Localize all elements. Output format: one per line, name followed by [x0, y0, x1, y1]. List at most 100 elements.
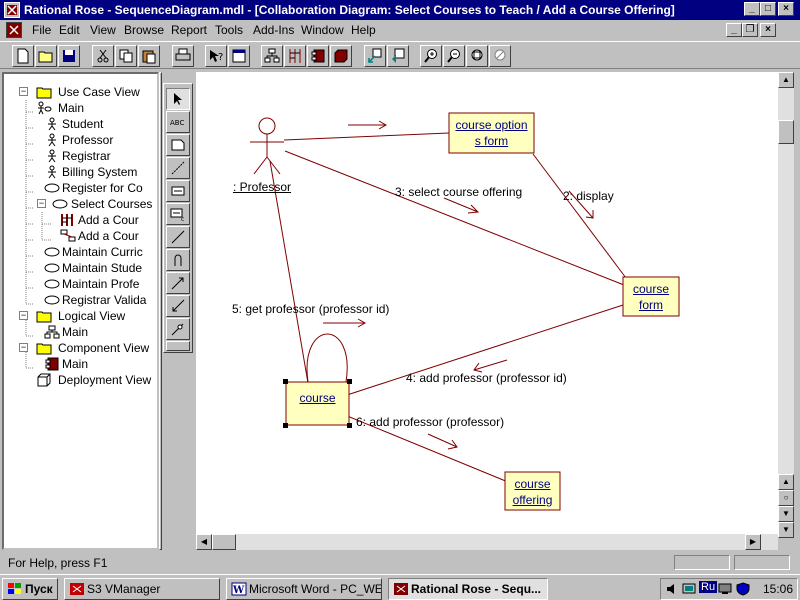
menu-file[interactable]: File	[32, 23, 51, 37]
object-name-line: course	[514, 477, 551, 491]
close-button[interactable]: ×	[778, 2, 794, 16]
scroll-thumb[interactable]	[778, 120, 794, 144]
menu-addins[interactable]: Add-Ins	[253, 23, 294, 37]
collapse-icon[interactable]: −	[37, 199, 46, 208]
use-case-icon	[44, 263, 60, 273]
fit-in-window-icon[interactable]	[466, 45, 488, 67]
menu-window[interactable]: Window	[301, 23, 344, 37]
menu-view[interactable]: View	[90, 23, 116, 37]
selection-tool-icon[interactable]	[166, 88, 190, 110]
scroll-down-icon[interactable]: ▼	[778, 522, 794, 538]
status-panel	[674, 555, 730, 570]
link-course-self	[306, 333, 348, 383]
diagram-vertical-scrollbar[interactable]: ▲ ▲ ○ ▼ ▼	[778, 72, 794, 538]
save-icon[interactable]	[58, 45, 80, 67]
reverse-link-message-tool-icon[interactable]	[166, 295, 190, 317]
message-3-label[interactable]: 3: select course offering	[395, 185, 522, 199]
menu-tools[interactable]: Tools	[215, 23, 243, 37]
scroll-right-icon[interactable]: ▶	[745, 534, 761, 550]
message-2-label[interactable]: 2: display	[563, 189, 614, 203]
copy-icon[interactable]	[115, 45, 137, 67]
diagram-horizontal-scrollbar[interactable]: ◀ ▶	[196, 534, 778, 550]
scroll-page-up-icon[interactable]: ▲	[778, 474, 794, 490]
doc-minimize-button[interactable]: _	[726, 23, 742, 37]
language-indicator[interactable]: Ru	[699, 581, 718, 593]
undo-fit-icon[interactable]	[489, 45, 511, 67]
link-message-tool-icon[interactable]	[166, 272, 190, 294]
anchor-note-tool-icon[interactable]	[166, 157, 190, 179]
taskbar-item-word[interactable]: W Microsoft Word - PC_WEE...	[226, 578, 382, 600]
collapse-icon[interactable]: −	[19, 343, 28, 352]
scroll-page-icon[interactable]: ○	[778, 490, 794, 506]
zoom-out-icon[interactable]	[443, 45, 465, 67]
browse-previous-icon[interactable]	[387, 45, 409, 67]
object-link-tool-icon[interactable]	[166, 226, 190, 248]
app-icon[interactable]	[4, 2, 20, 18]
scroll-up-icon[interactable]: ▲	[778, 72, 794, 88]
doc-close-button[interactable]: ×	[760, 23, 776, 37]
title-bar[interactable]: Rational Rose - SequenceDiagram.mdl - [C…	[0, 0, 800, 20]
menu-bar: File Edit View Browse Report Tools Add-I…	[0, 20, 800, 40]
clock[interactable]: 15:06	[763, 582, 793, 596]
document-icon[interactable]	[6, 22, 22, 38]
status-bar: For Help, press F1	[0, 554, 800, 572]
message-arrow-1	[348, 120, 388, 130]
taskbar-item-s3vmanager[interactable]: S3 VManager	[64, 578, 220, 600]
word-icon: W	[231, 582, 247, 596]
course-form-label[interactable]: course form	[623, 281, 679, 313]
cut-icon[interactable]	[92, 45, 114, 67]
message-4-label[interactable]: 4: add professor (professor id)	[406, 371, 567, 385]
data-token-tool-icon[interactable]	[166, 318, 190, 340]
class-instance-tool-icon[interactable]: c	[166, 203, 190, 225]
menu-help[interactable]: Help	[351, 23, 376, 37]
context-help-icon[interactable]: ?	[205, 45, 227, 67]
course-label[interactable]: course	[286, 390, 349, 406]
browse-parent-icon[interactable]	[364, 45, 386, 67]
print-icon[interactable]	[172, 45, 194, 67]
doc-restore-button[interactable]: ❐	[742, 23, 758, 37]
link-to-self-tool-icon[interactable]	[166, 249, 190, 271]
message-6-label[interactable]: 6: add professor (professor)	[356, 415, 504, 429]
menu-browse[interactable]: Browse	[124, 23, 164, 37]
professor-actor-label[interactable]: : Professor	[233, 180, 291, 194]
open-icon[interactable]	[35, 45, 57, 67]
browse-interaction-icon[interactable]	[284, 45, 306, 67]
monitor-icon[interactable]	[717, 582, 733, 596]
use-case-diagram-icon	[38, 101, 52, 115]
network-icon[interactable]	[681, 582, 697, 596]
collaboration-diagram-canvas[interactable]: : Professor course option s form course …	[196, 72, 778, 538]
object-tool-icon[interactable]	[166, 180, 190, 202]
scroll-left-icon[interactable]: ◀	[196, 534, 212, 550]
browse-component-icon[interactable]	[307, 45, 329, 67]
link-professor-course	[269, 160, 309, 384]
menu-report[interactable]: Report	[171, 23, 207, 37]
course-options-form-label[interactable]: course option s form	[449, 117, 534, 149]
zoom-in-icon[interactable]	[420, 45, 442, 67]
collapse-icon[interactable]: −	[19, 311, 28, 320]
model-browser[interactable]: − Use Case View Main Student Professor R…	[2, 72, 159, 550]
paste-icon[interactable]	[138, 45, 160, 67]
browse-class-icon[interactable]	[261, 45, 283, 67]
message-5-label[interactable]: 5: get professor (professor id)	[232, 302, 389, 316]
speaker-icon[interactable]	[665, 582, 681, 596]
maximize-button[interactable]: □	[760, 2, 776, 16]
note-tool-icon[interactable]	[166, 134, 190, 156]
course-offering-label[interactable]: course offering	[505, 476, 560, 508]
browser-splitter[interactable]	[159, 72, 162, 550]
taskbar-item-label: Rational Rose - Sequ...	[411, 582, 542, 596]
taskbar-item-label: S3 VManager	[87, 582, 161, 596]
text-tool-icon[interactable]: ABC	[166, 111, 190, 133]
new-icon[interactable]	[12, 45, 34, 67]
taskbar-item-rational-rose[interactable]: Rational Rose - Sequ...	[388, 578, 548, 600]
browse-deployment-icon[interactable]	[330, 45, 352, 67]
scroll-page-down-icon[interactable]: ▼	[778, 506, 794, 522]
menu-edit[interactable]: Edit	[59, 23, 80, 37]
tree-label: Register for Co	[62, 181, 143, 195]
scroll-thumb[interactable]	[212, 534, 236, 550]
minimize-button[interactable]: _	[744, 2, 760, 16]
reverse-data-token-tool-icon[interactable]	[166, 341, 190, 351]
collapse-icon[interactable]: −	[19, 87, 28, 96]
shield-icon[interactable]	[735, 582, 751, 596]
start-button[interactable]: Пуск	[2, 578, 58, 600]
documentation-icon[interactable]	[228, 45, 250, 67]
